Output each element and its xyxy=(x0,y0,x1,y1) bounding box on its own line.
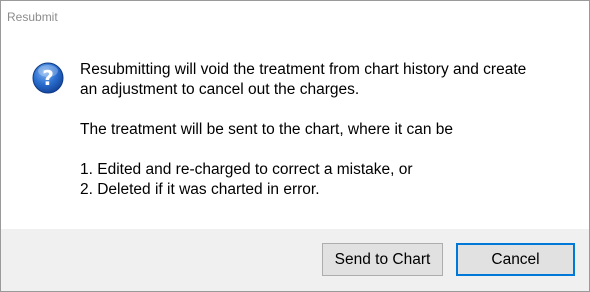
send-to-chart-button[interactable]: Send to Chart xyxy=(322,243,443,276)
question-icon: ? xyxy=(32,62,64,94)
title-bar[interactable]: Resubmit xyxy=(1,1,589,32)
svg-text:?: ? xyxy=(42,66,54,90)
message-line: 1. Edited and re-charged to correct a mi… xyxy=(80,161,413,178)
dialog-message: Resubmitting will void the treatment fro… xyxy=(80,60,580,200)
message-line: 2. Deleted if it was charted in error. xyxy=(80,181,320,198)
message-line: Resubmitting will void the treatment fro… xyxy=(80,61,527,78)
message-line: an adjustment to cancel out the charges. xyxy=(80,81,360,98)
resubmit-dialog: Resubmit ? Resubmitting will void the tr… xyxy=(0,0,590,292)
cancel-button[interactable]: Cancel xyxy=(456,243,575,276)
button-bar: Send to Chart Cancel xyxy=(1,229,589,291)
window-title: Resubmit xyxy=(7,10,58,24)
message-line: The treatment will be sent to the chart,… xyxy=(80,121,454,138)
